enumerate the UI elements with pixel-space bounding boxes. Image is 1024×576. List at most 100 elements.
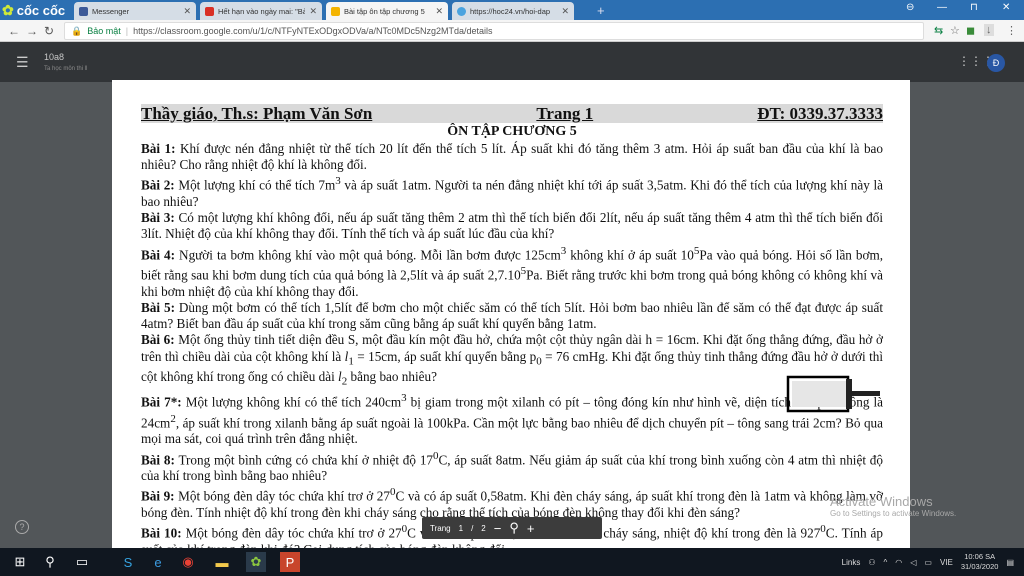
translate-icon[interactable]: ⇆ <box>934 24 943 37</box>
close-icon[interactable]: ✕ <box>561 6 569 17</box>
watermark-subtitle: Go to Settings to activate Windows. <box>830 509 957 518</box>
page-number: Trang 1 <box>536 104 594 123</box>
question-5: Bài 5: Dùng một bơm có thể tích 1,5lít đ… <box>141 300 883 332</box>
chevron-up-icon[interactable]: ^ <box>884 558 888 567</box>
clock-date: 31/03/2020 <box>960 562 999 571</box>
tab-title: Hết hạn vào ngày mai: "Bà <box>218 6 306 16</box>
watermark-title: Activate Windows <box>830 494 933 509</box>
browser-tab-strip: ✿ cốc cốc Messenger ✕ Hết hạn vào ngày m… <box>0 0 1024 20</box>
tab-messenger[interactable]: Messenger ✕ <box>74 2 196 20</box>
coccoc-logo[interactable]: ✿ cốc cốc <box>2 1 65 19</box>
gmail-icon <box>205 6 214 16</box>
system-tray: Links ⚇ ^ ◠ ◁ ▭ VIE 10:06 SA 31/03/2020 … <box>842 548 1014 576</box>
question-label: Bài 9: <box>141 488 175 504</box>
question-8: Bài 8: Trong một bình cứng có chứa khí ở… <box>141 448 883 485</box>
question-text: Một bóng đèn dây tóc chứa khí trơ ở 27 <box>185 525 402 541</box>
reload-icon[interactable]: ↻ <box>44 24 54 38</box>
tab-classroom[interactable]: Bài tập ôn tập chương 5 ✕ <box>326 2 448 20</box>
question-1: Bài 1: Khí được nén đẳng nhiệt từ thể tí… <box>141 141 883 173</box>
page-total: 2 <box>481 523 486 533</box>
new-tab-button[interactable]: + <box>597 3 605 18</box>
network-icon[interactable]: ◠ <box>895 558 902 567</box>
teacher-name: Thầy giáo, Th.s: Phạm Văn Sơn <box>141 104 373 123</box>
volume-icon[interactable]: ◁ <box>910 558 916 567</box>
question-text: Khí được nén đẳng nhiệt từ thể tích 20 l… <box>141 141 884 173</box>
question-text: , áp suất khí trong xilanh bằng áp suất … <box>141 415 883 447</box>
forward-icon[interactable]: → <box>26 24 38 38</box>
class-subtitle: Ta học môn thi ll <box>44 66 88 72</box>
powerpoint-icon[interactable]: P <box>280 552 300 572</box>
maximize-button[interactable]: ⊓ <box>970 2 978 13</box>
question-3: Bài 3: Có một lượng khí không đổi, nếu á… <box>141 210 883 242</box>
zoom-in-button[interactable]: + <box>527 521 535 536</box>
skype-icon[interactable]: S <box>118 552 138 572</box>
question-label: Bài 1: <box>141 141 176 156</box>
coccoc-taskbar-icon[interactable]: ✿ <box>246 552 266 572</box>
tab-hoc24[interactable]: https://hoc24.vn/hoi-dap ✕ <box>452 2 574 20</box>
question-4: Bài 4: Người ta bơm không khí vào một qu… <box>141 243 883 300</box>
question-9: Bài 9: Một bóng đèn dây tóc chứa khí trơ… <box>141 484 883 521</box>
document-header: Thầy giáo, Th.s: Phạm Văn Sơn Trang 1 ĐT… <box>141 104 883 123</box>
page-input[interactable]: 1 <box>459 524 463 533</box>
zoom-out-button[interactable]: − <box>494 521 502 536</box>
url-text: https://classroom.google.com/u/1/c/NTFyN… <box>133 26 493 36</box>
question-label: Bài 6: <box>141 332 175 348</box>
task-view-icon[interactable]: ▭ <box>72 552 92 572</box>
question-text: Trong một bình cứng có chứa khí ở nhiệt … <box>178 452 434 468</box>
back-icon[interactable]: ← <box>8 24 20 38</box>
browser-logo-text: cốc cốc <box>16 2 66 18</box>
file-explorer-icon[interactable]: ▬ <box>212 552 232 572</box>
question-text: Có một lượng khí không đổi, nếu áp suất … <box>141 210 883 242</box>
question-text: bằng bao nhiêu? <box>347 369 437 385</box>
close-icon[interactable]: ✕ <box>309 6 317 17</box>
tab-gmail[interactable]: Hết hạn vào ngày mai: "Bà ✕ <box>200 2 322 20</box>
secure-label: Bảo mật <box>87 26 121 36</box>
zoom-icon[interactable]: ⚲ <box>509 520 519 536</box>
question-text: = 15cm, áp suất khí quyển bằng p <box>353 348 537 364</box>
help-icon[interactable]: ? <box>15 520 29 534</box>
people-icon[interactable]: ⚇ <box>868 558 875 567</box>
question-6: Bài 6: Một ống thủy tinh tiết diện đều S… <box>141 332 883 390</box>
avatar[interactable]: Đ <box>987 54 1005 72</box>
chrome-icon[interactable]: ◉ <box>178 552 198 572</box>
question-text: Dùng một bơm có thể tích 1,5lít để bơm c… <box>141 300 884 332</box>
close-icon[interactable]: ✕ <box>183 6 191 17</box>
account-icon[interactable]: ⊖ <box>906 2 914 13</box>
page-separator: / <box>471 523 474 533</box>
pdf-page: Thầy giáo, Th.s: Phạm Văn Sơn Trang 1 ĐT… <box>112 80 910 548</box>
phone-number: ĐT: 0339.37.3333 <box>757 104 883 123</box>
class-name[interactable]: 10a8 <box>44 52 64 62</box>
windows-start-icon[interactable]: ⊞ <box>10 552 30 572</box>
close-icon[interactable]: ✕ <box>435 6 443 17</box>
clock[interactable]: 10:06 SA 31/03/2020 <box>961 552 999 572</box>
question-text: Một lượng không khí có thể tích 240cm <box>185 394 402 410</box>
question-label: Bài 8: <box>141 452 175 468</box>
search-icon[interactable]: ⚲ <box>40 552 60 572</box>
question-7: Bài 7*: Một lượng không khí có thể tích … <box>141 390 883 447</box>
hamburger-menu-icon[interactable]: ☰ <box>16 54 29 71</box>
links-toolbar[interactable]: Links <box>842 558 861 567</box>
keyboard-icon[interactable]: ▭ <box>924 558 932 567</box>
language-indicator[interactable]: VIE <box>940 558 953 567</box>
question-label: Bài 4: <box>141 247 176 262</box>
question-2: Bài 2: Một lượng khí có thể tích 7m3 và … <box>141 173 883 210</box>
close-window-button[interactable]: ✕ <box>1002 2 1010 13</box>
edge-icon[interactable]: e <box>148 552 168 572</box>
question-label: Bài 7*: <box>141 394 182 410</box>
tab-title: Bài tập ôn tập chương 5 <box>344 6 425 16</box>
extension-icon[interactable]: ◼ <box>966 24 975 37</box>
question-label: Bài 5: <box>141 300 175 315</box>
clock-time: 10:06 SA <box>964 552 996 561</box>
cylinder-piston-diagram <box>786 375 880 413</box>
document-title: ÔN TẬP CHƯƠNG 5 <box>447 124 577 139</box>
question-text: Người ta bơm không khí vào một quả bóng.… <box>179 247 561 262</box>
address-bar[interactable]: 🔒 Bảo mật | https://classroom.google.com… <box>64 22 924 40</box>
star-icon[interactable]: ☆ <box>950 24 960 37</box>
minimize-button[interactable]: — <box>937 2 947 13</box>
facebook-icon <box>79 6 88 16</box>
menu-icon[interactable]: ⋮ <box>1006 24 1017 37</box>
download-icon[interactable]: ↓ <box>984 24 994 36</box>
notification-icon[interactable]: ▤ <box>1006 558 1014 567</box>
cloud-icon <box>457 6 466 16</box>
question-text: Một bóng đèn dây tóc chứa khí trơ ở 27 <box>178 488 390 504</box>
